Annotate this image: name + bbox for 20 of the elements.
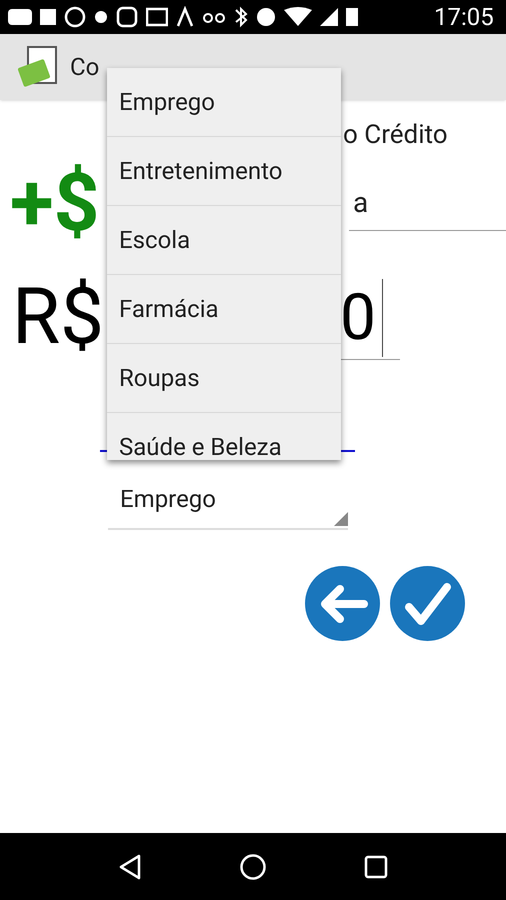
plus-dollar-sign: +$ [10, 163, 100, 243]
bluetooth-icon [234, 6, 248, 28]
dropdown-item[interactable]: Farmácia [107, 275, 341, 344]
home-nav-icon[interactable] [238, 852, 267, 880]
dropdown-item[interactable]: Emprego [107, 68, 341, 137]
dropdown-corner-icon [334, 512, 348, 526]
description-field[interactable]: a [349, 175, 506, 231]
currency-label: R$ [12, 279, 104, 357]
dropdown-item[interactable]: Saúde e Beleza [107, 413, 341, 460]
recents-nav-icon[interactable] [364, 854, 388, 878]
dropdown-item[interactable]: Entretenimento [107, 137, 341, 206]
app-title: Co [70, 52, 100, 83]
checkmark-icon [402, 580, 452, 626]
dropdown-item[interactable]: Escola [107, 206, 341, 275]
clock-time: 17:05 [434, 5, 494, 29]
type-label: o Crédito [343, 122, 448, 148]
category-dropdown[interactable]: Emprego [108, 470, 348, 530]
dropdown-item[interactable]: Roupas [107, 344, 341, 413]
back-nav-icon[interactable] [118, 854, 142, 880]
signal-icon [320, 6, 338, 28]
